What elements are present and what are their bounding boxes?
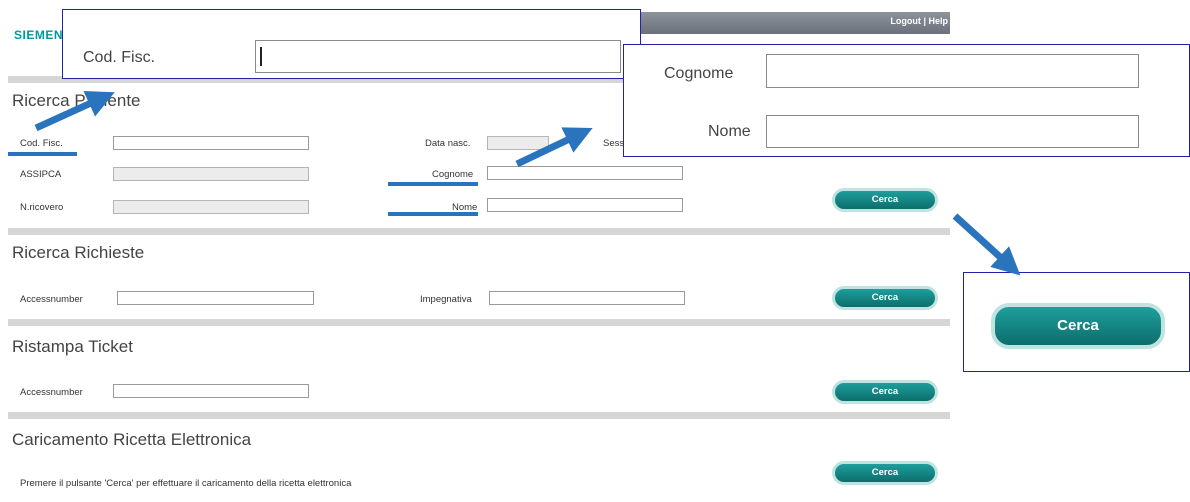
arrow-to-cognome-nome <box>515 127 593 168</box>
arrow-to-cerca <box>952 213 1021 276</box>
annotation-arrows <box>34 91 1021 276</box>
arrow-to-codfisc <box>34 91 115 132</box>
